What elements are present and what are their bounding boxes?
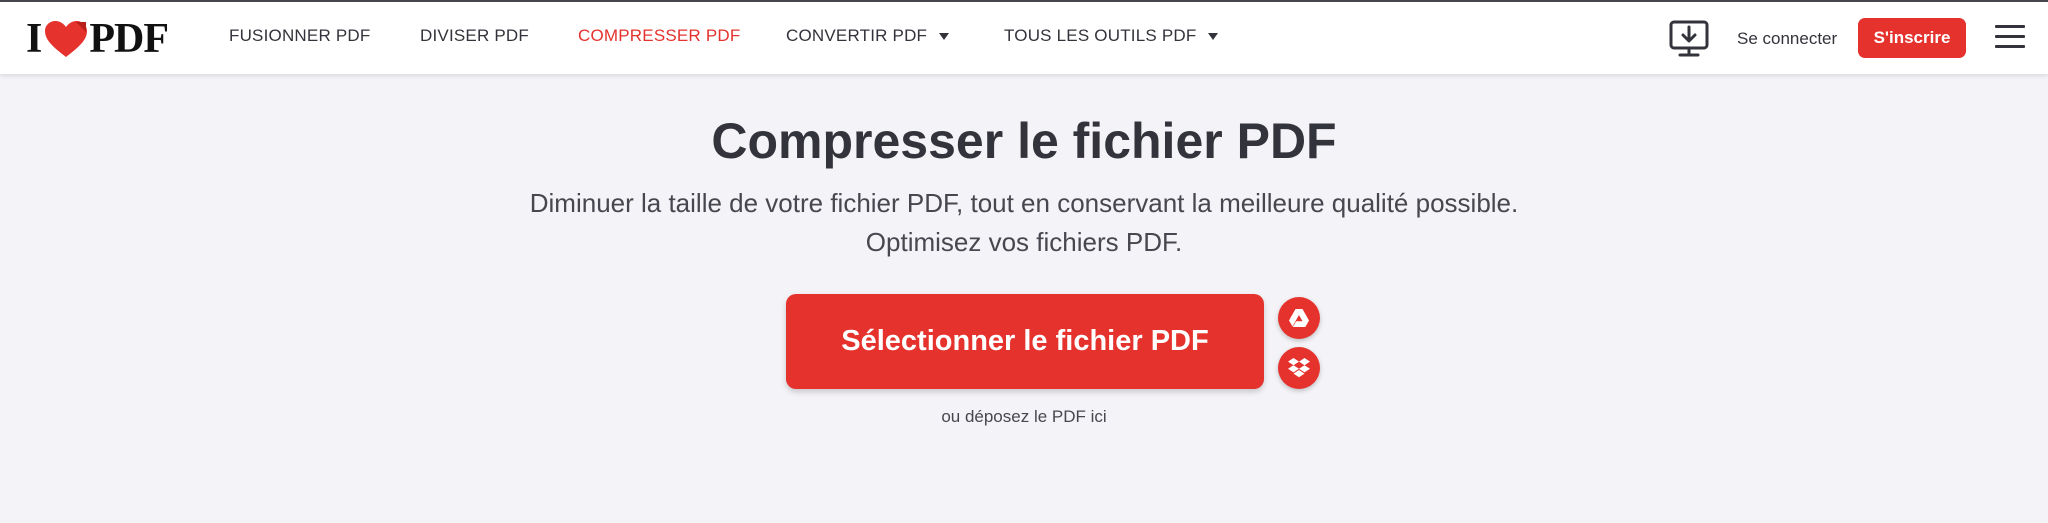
nav-compress-pdf[interactable]: COMPRESSER PDF (578, 26, 740, 46)
nav-split-pdf-label: DIVISER PDF (420, 26, 529, 45)
dropbox-icon (1288, 358, 1310, 378)
nav-convert-pdf-label: CONVERTIR PDF (786, 26, 928, 45)
google-drive-button[interactable] (1278, 297, 1320, 339)
nav-merge-pdf[interactable]: FUSIONNER PDF (229, 26, 370, 46)
hamburger-icon[interactable] (1995, 25, 2025, 49)
page-subtitle: Diminuer la taille de votre fichier PDF,… (529, 188, 1519, 257)
logo-letter-i: I (26, 16, 42, 62)
top-navbar: I PDF FUSIONNER PDF DIVISER PDF COMPRESS… (0, 2, 2048, 74)
dropbox-button[interactable] (1278, 347, 1320, 389)
nav-compress-pdf-label: COMPRESSER PDF (578, 26, 741, 45)
google-drive-icon (1289, 309, 1309, 327)
select-pdf-button-label: Sélectionner le fichier PDF (841, 325, 1209, 357)
ilovepdf-logo[interactable]: I PDF (26, 16, 169, 62)
caret-down-icon (939, 32, 950, 40)
select-pdf-button[interactable]: Sélectionner le fichier PDF (786, 294, 1264, 389)
nav-convert-pdf-dropdown[interactable]: CONVERTIR PDF (786, 26, 950, 46)
login-link[interactable]: Se connecter (1737, 29, 1837, 49)
drop-hint-text: ou déposez le PDF ici (941, 407, 1107, 426)
nav-all-tools-label: TOUS LES OUTILS PDF (1004, 26, 1197, 45)
nav-all-tools-dropdown[interactable]: TOUS LES OUTILS PDF (1004, 26, 1219, 46)
heart-icon (45, 21, 88, 57)
nav-merge-pdf-label: FUSIONNER PDF (229, 26, 371, 45)
page-title: Compresser le fichier PDF (711, 113, 1337, 169)
caret-down-icon (1208, 32, 1219, 40)
signup-button[interactable]: S'inscrire (1858, 18, 1966, 58)
logo-text-pdf: PDF (89, 16, 169, 62)
desktop-download-icon[interactable] (1669, 20, 1709, 58)
nav-split-pdf[interactable]: DIVISER PDF (420, 26, 529, 46)
